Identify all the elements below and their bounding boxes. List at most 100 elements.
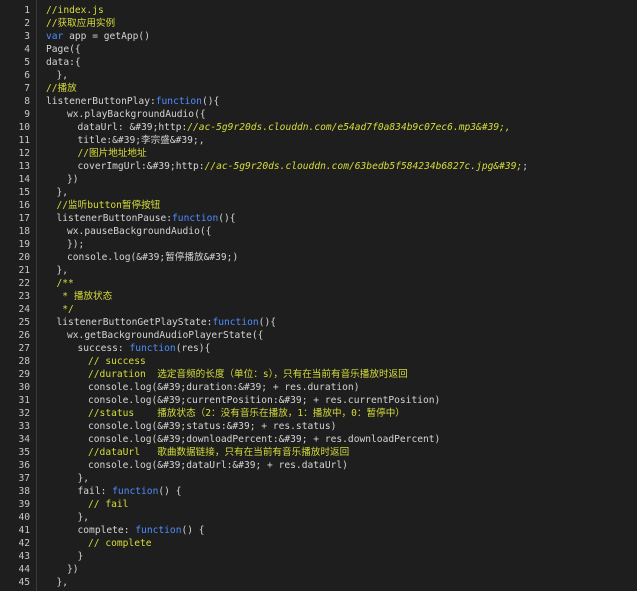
code-text: }, xyxy=(57,186,69,199)
code-line[interactable]: 18 wx.pauseBackgroundAudio({ xyxy=(0,225,637,238)
comment-token: //index.js xyxy=(46,5,104,16)
line-number: 45 xyxy=(18,577,30,588)
line-number: 36 xyxy=(18,460,30,471)
line-number: 43 xyxy=(18,551,30,562)
code-text: console.log(&#39;duration:&#39; + res.du… xyxy=(88,381,359,394)
code-line[interactable]: 16 //监听button暂停按钮 xyxy=(0,199,637,212)
code-token: console.log(&#39;暂停播放&#39;) xyxy=(67,252,239,263)
comment-token: //获取应用实例 xyxy=(46,18,116,29)
code-line[interactable]: 31 console.log(&#39;currentPosition:&#39;… xyxy=(0,394,637,407)
code-line[interactable]: 33 console.log(&#39;status:&#39; + res.st… xyxy=(0,420,637,433)
code-line[interactable]: 9 wx.playBackgroundAudio({ xyxy=(0,108,637,121)
code-token: dataUrl: &#39;http: xyxy=(77,122,188,133)
string-token: //ac-5g9r20ds.clouddn.com/63bedb5f584234… xyxy=(204,161,523,172)
code-text: success: function(res){ xyxy=(78,342,211,355)
code-line[interactable]: 1 //index.js xyxy=(0,4,637,17)
line-number: 40 xyxy=(18,512,30,523)
line-number: 15 xyxy=(18,187,30,198)
line-number: 21 xyxy=(18,265,30,276)
code-line[interactable]: 21}, xyxy=(0,264,637,277)
code-line[interactable]: 14}) xyxy=(0,173,637,186)
code-line[interactable]: 8 listenerButtonPlay:function(){ xyxy=(0,95,637,108)
keyword-token: var xyxy=(46,31,64,42)
code-line[interactable]: 2 //获取应用实例 xyxy=(0,17,637,30)
line-number: 30 xyxy=(18,382,30,393)
line-number: 17 xyxy=(18,213,30,224)
code-line[interactable]: 41 complete: function() { xyxy=(0,524,637,537)
code-line[interactable]: 10 dataUrl: &#39;http://ac-5g9r20ds.cloud… xyxy=(0,121,637,134)
code-line[interactable]: 30 console.log(&#39;duration:&#39; + res.… xyxy=(0,381,637,394)
code-token: console.log(&#39;status:&#39; + res.stat… xyxy=(88,421,337,432)
code-token: ; xyxy=(522,161,529,172)
code-token: complete: xyxy=(77,525,136,536)
code-line[interactable]: 7 //播放 xyxy=(0,82,637,95)
code-line[interactable]: 44}) xyxy=(0,563,637,576)
code-line[interactable]: 42 // complete xyxy=(0,537,637,550)
code-line[interactable]: 26 wx.getBackgroundAudioPlayerState({ xyxy=(0,329,637,342)
code-token: }, xyxy=(77,512,90,523)
code-line[interactable]: 36 console.log(&#39;dataUrl:&#39; + res.d… xyxy=(0,459,637,472)
code-line[interactable]: 43} xyxy=(0,550,637,563)
code-token: }, xyxy=(56,265,69,276)
code-line[interactable]: 32 //status 播放状态（2：没有音乐在播放，1：播放中，0：暂停中） xyxy=(0,407,637,420)
code-line[interactable]: 29 //duration 选定音频的长度（单位：s），只有在当前有音乐播放时返回 xyxy=(0,368,637,381)
code-editor[interactable]: 1//index.js 2//获取应用实例 3 var app = getApp() 4… xyxy=(0,0,637,591)
code-text: listenerButtonPause:function(){ xyxy=(57,212,236,225)
line-number: 13 xyxy=(18,161,30,172)
code-line[interactable]: 35 //dataUrl 歌曲数据链接，只有在当前有音乐播放时返回 xyxy=(0,446,637,459)
code-line[interactable]: 5 data:{ xyxy=(0,56,637,69)
comment-token: //status 播放状态（2：没有音乐在播放，1：播放中，0：暂停中） xyxy=(88,408,405,419)
code-token: (){ xyxy=(218,213,236,224)
code-text: }) xyxy=(67,173,79,186)
code-text: var app = getApp() xyxy=(46,30,150,43)
code-line[interactable]: 28 // success xyxy=(0,355,637,368)
code-text: }); xyxy=(67,238,84,251)
line-number: 16 xyxy=(18,200,30,211)
code-token: console.log(&#39;dataUrl:&#39; + res.dat… xyxy=(88,460,348,471)
code-token: console.log(&#39;downloadPercent:&#39; +… xyxy=(88,434,441,445)
code-line[interactable]: 34 console.log(&#39;downloadPercent:&#39;… xyxy=(0,433,637,446)
code-token: Page({ xyxy=(46,44,81,55)
code-token: }, xyxy=(56,577,69,588)
code-line[interactable]: 15}, xyxy=(0,186,637,199)
code-line[interactable]: 11 title:&#39;李宗盛&#39;, xyxy=(0,134,637,147)
code-text: console.log(&#39;downloadPercent:&#39; +… xyxy=(88,433,440,446)
code-text: }, xyxy=(78,511,90,524)
comment-token: // complete xyxy=(88,538,152,549)
line-number: 24 xyxy=(18,304,30,315)
code-token: listenerButtonPause: xyxy=(56,213,173,224)
code-line[interactable]: 4 Page({ xyxy=(0,43,637,56)
line-number: 26 xyxy=(18,330,30,341)
code-line[interactable]: 37}, xyxy=(0,472,637,485)
code-line[interactable]: 22 /** xyxy=(0,277,637,290)
code-line[interactable]: 24 */ xyxy=(0,303,637,316)
code-line[interactable]: 23 * 播放状态 xyxy=(0,290,637,303)
code-text: //index.js xyxy=(46,4,104,17)
code-text: }) xyxy=(67,563,79,576)
code-token: data:{ xyxy=(46,57,81,68)
code-line[interactable]: 12 //图片地址地址 xyxy=(0,147,637,160)
line-number: 38 xyxy=(18,486,30,497)
code-line[interactable]: 17 listenerButtonPause:function(){ xyxy=(0,212,637,225)
code-token: title:&#39;李宗盛&#39;, xyxy=(77,135,205,146)
line-number: 39 xyxy=(18,499,30,510)
keyword-token: function xyxy=(129,343,176,354)
code-line[interactable]: 27 success: function(res){ xyxy=(0,342,637,355)
code-line[interactable]: 38 fail: function() { xyxy=(0,485,637,498)
code-line[interactable]: 3 var app = getApp() xyxy=(0,30,637,43)
code-text: }, xyxy=(78,472,90,485)
code-line[interactable]: 40}, xyxy=(0,511,637,524)
code-line[interactable]: 45}, xyxy=(0,576,637,589)
line-number: 7 xyxy=(24,83,30,94)
code-line[interactable]: 6}, xyxy=(0,69,637,82)
comment-token: //duration 选定音频的长度（单位：s），只有在当前有音乐播放时返回 xyxy=(88,369,408,380)
code-text: }, xyxy=(57,69,69,82)
code-line[interactable]: 13 coverImgUrl:&#39;http://ac-5g9r20ds.cl… xyxy=(0,160,637,173)
line-number: 10 xyxy=(18,122,30,133)
code-line[interactable]: 19}); xyxy=(0,238,637,251)
code-text: //获取应用实例 xyxy=(46,17,115,30)
code-line[interactable]: 20 console.log(&#39;暂停播放&#39;) xyxy=(0,251,637,264)
code-line[interactable]: 25 listenerButtonGetPlayState:function(){ xyxy=(0,316,637,329)
code-line[interactable]: 39 // fail xyxy=(0,498,637,511)
code-text: // fail xyxy=(88,498,128,511)
